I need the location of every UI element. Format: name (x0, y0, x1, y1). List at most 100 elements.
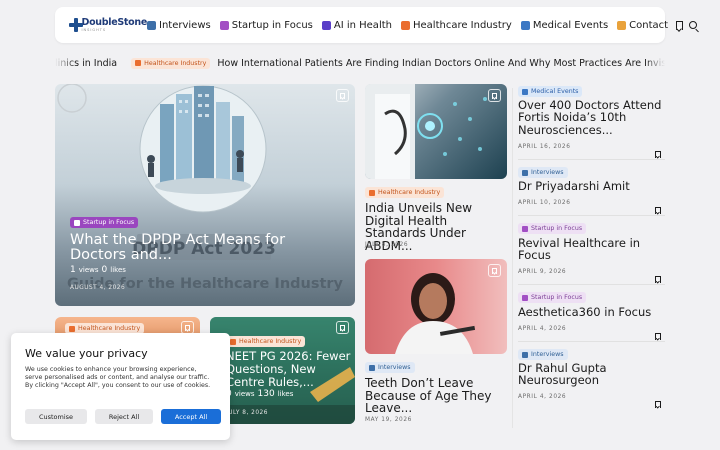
medical-events-icon (522, 88, 528, 95)
article-date: APRIL 10, 2026 (518, 200, 571, 206)
ai-icon (321, 20, 331, 30)
badge-label: Healthcare Industry (78, 325, 141, 332)
likes-count: 130 (257, 389, 275, 399)
site-logo[interactable]: DoubleStone INSIGHTS (69, 18, 147, 32)
bookmark-button[interactable] (488, 264, 501, 277)
category-badge[interactable]: Healthcare Industry (365, 187, 445, 198)
ticker-category-badge[interactable]: Healthcare Industry (131, 57, 211, 69)
article-card[interactable]: Healthcare Industry NEET PG 2026: Fewer … (210, 317, 355, 424)
category-badge[interactable]: Healthcare Industry (226, 336, 306, 347)
list-divider (518, 284, 665, 285)
badge-label: Healthcare Industry (239, 338, 302, 345)
article-date: MAY 19, 2026 (365, 417, 412, 423)
category-badge[interactable]: Interviews (518, 349, 568, 360)
article-image-card[interactable] (365, 84, 507, 179)
article-title[interactable]: Dr Priyadarshi Amit (518, 180, 668, 193)
bookmark-icon (185, 324, 190, 331)
nav-startup-in-focus[interactable]: Startup in Focus (219, 19, 313, 31)
bookmark-button[interactable] (336, 321, 349, 334)
article-title[interactable]: Dr Rahul Gupta Neurosurgeon (518, 362, 668, 387)
nav-healthcare-industry[interactable]: Healthcare Industry (400, 19, 512, 31)
article-date: JULY 8, 2026 (226, 410, 268, 416)
featured-article-title[interactable]: What the DPDP Act Means for Doctors and.… (70, 233, 340, 263)
interviews-icon (369, 364, 375, 371)
nav-ai-in-health[interactable]: AI in Health (321, 19, 392, 31)
article-image-card[interactable] (365, 259, 507, 354)
contact-icon (617, 20, 627, 30)
badge-label: Healthcare Industry (378, 189, 441, 196)
bookmark-button[interactable] (655, 393, 661, 412)
medical-events-icon (520, 20, 530, 30)
startup-icon (74, 219, 80, 226)
nav-interviews[interactable]: Interviews (147, 20, 211, 31)
category-badge[interactable]: Interviews (518, 167, 568, 178)
article-title[interactable]: Teeth Don’t Leave Because of Age They Le… (365, 377, 510, 415)
interviews-icon (522, 169, 528, 176)
category-badge[interactable]: Startup in Focus (70, 217, 139, 228)
bookmark-icon (340, 92, 345, 99)
article-date: APRIL 16, 2026 (518, 144, 571, 150)
article-date: APRIL 4, 2026 (518, 394, 567, 400)
customise-button[interactable]: Customise (25, 409, 87, 424)
logo-name: DoubleStone (81, 17, 148, 28)
article-image (365, 84, 487, 179)
category-badge[interactable]: Startup in Focus (518, 292, 587, 303)
nav-label: Healthcare Industry (412, 19, 512, 31)
healthcare-icon (135, 60, 142, 66)
badge-label: Startup in Focus (83, 219, 135, 226)
bookmark-icon (655, 207, 661, 214)
startup-icon (522, 225, 528, 232)
bookmarks-icon[interactable] (676, 20, 684, 30)
article-title[interactable]: Revival Healthcare in Focus (518, 237, 668, 262)
search-icon[interactable] (689, 21, 698, 29)
featured-article-stats: 1 views 0 likes (70, 265, 126, 275)
healthcare-icon (369, 189, 375, 196)
article-date: APRIL 4, 2026 (518, 326, 567, 332)
ticker-fade-right (645, 56, 665, 70)
article-image (395, 273, 476, 354)
views-count: 1 (70, 265, 76, 275)
bookmark-icon (655, 276, 661, 283)
bookmark-icon (492, 92, 497, 99)
article-title[interactable]: NEET PG 2026: Fewer Questions, New Centr… (226, 350, 354, 389)
reject-all-button[interactable]: Reject All (95, 409, 153, 424)
cookie-title: We value your privacy (25, 347, 148, 360)
startup-icon (522, 294, 528, 301)
ticker-fade-left (55, 56, 75, 70)
logo-tagline: INSIGHTS (81, 27, 107, 32)
healthcare-icon (69, 325, 75, 332)
nav-label: Medical Events (532, 19, 609, 31)
header-actions (676, 20, 698, 30)
nav-label: AI in Health (333, 19, 392, 31)
category-badge[interactable]: Medical Events (518, 86, 583, 97)
badge-label: Startup in Focus (531, 294, 583, 301)
news-ticker: linics in India Healthcare Industry How … (55, 56, 665, 70)
bookmark-button[interactable] (488, 89, 501, 102)
category-badge[interactable]: Interviews (365, 362, 415, 373)
article-title[interactable]: Aesthetica360 in Focus (518, 306, 668, 319)
bookmark-button[interactable] (336, 89, 349, 102)
interviews-icon (522, 351, 528, 358)
article-title[interactable]: Over 400 Doctors Attend Fortis Noida’s 1… (518, 99, 668, 136)
healthcare-icon (400, 20, 410, 30)
ticker-headline[interactable]: How International Patients Are Finding I… (217, 58, 665, 69)
badge-label: Medical Events (531, 88, 579, 95)
category-badge[interactable]: Startup in Focus (518, 223, 587, 234)
likes-label: likes (277, 390, 294, 398)
nav-contact[interactable]: Contact (617, 20, 668, 31)
badge-label: Interviews (378, 364, 411, 371)
main-nav: Interviews Startup in Focus AI in Health… (147, 20, 668, 31)
bookmark-icon (655, 151, 661, 158)
accept-all-button[interactable]: Accept All (161, 409, 221, 424)
nav-medical-events[interactable]: Medical Events (520, 19, 609, 31)
list-divider (518, 341, 665, 342)
article-date: APRIL 9, 2026 (518, 269, 567, 275)
list-divider (518, 215, 665, 216)
article-date: JULY 8, 2026 (365, 242, 409, 248)
healthcare-icon (230, 338, 236, 345)
site-header: DoubleStone INSIGHTS Interviews Startup … (55, 7, 698, 43)
interviews-icon (147, 20, 156, 30)
cookie-actions: Customise Reject All Accept All (25, 409, 221, 424)
nav-label: Startup in Focus (231, 19, 313, 31)
badge-label: Startup in Focus (531, 225, 583, 232)
